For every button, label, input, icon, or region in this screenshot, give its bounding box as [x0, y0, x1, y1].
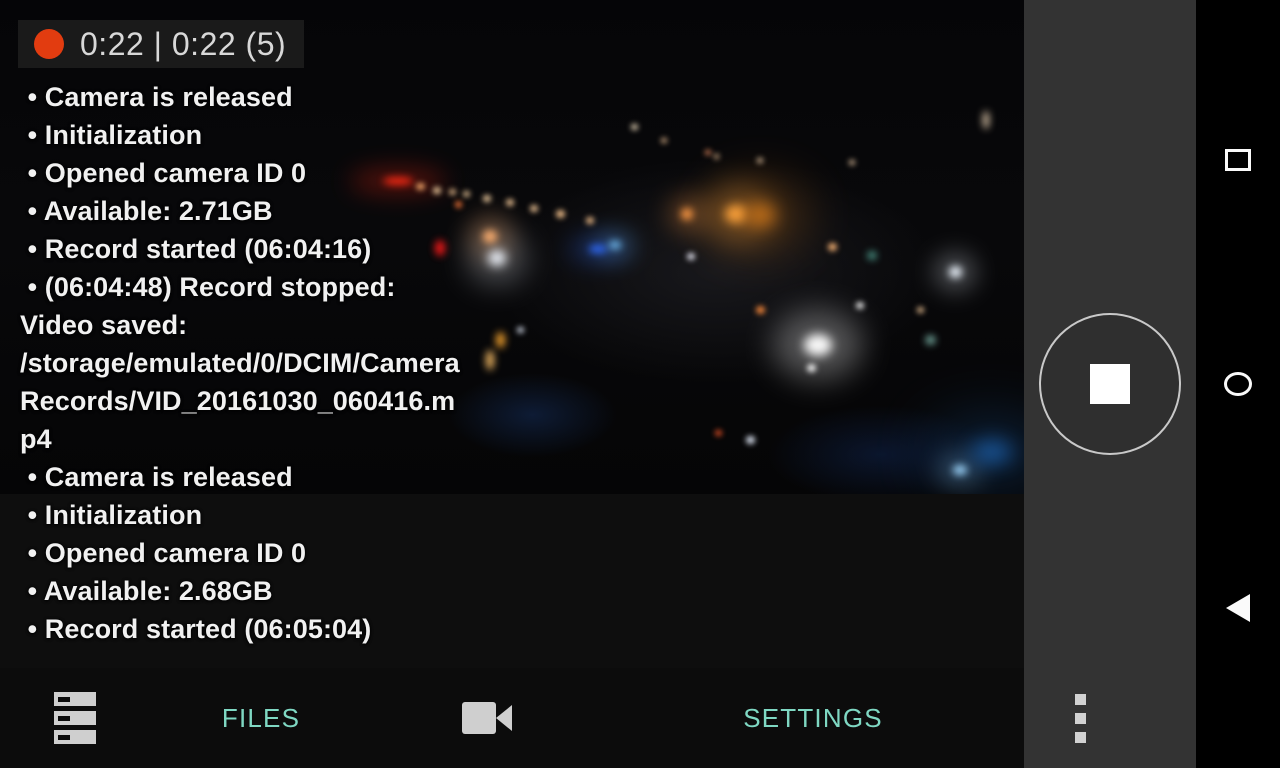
log-line: • Initialization	[20, 120, 203, 150]
square-icon	[1225, 149, 1251, 171]
preview-light-halo	[928, 416, 1024, 488]
preview-light	[516, 327, 524, 333]
nav-home-button[interactable]	[1196, 342, 1280, 426]
preview-light	[757, 157, 763, 163]
preview-light	[972, 441, 1012, 463]
preview-light	[589, 245, 607, 253]
log-line: • Available: 2.71GB	[20, 196, 273, 226]
log-line: • Available: 2.68GB	[20, 576, 273, 606]
record-dot-icon	[34, 29, 64, 59]
preview-light	[806, 364, 816, 372]
preview-light-halo	[773, 309, 863, 381]
stop-square-icon	[1090, 364, 1130, 404]
preview-light	[983, 111, 989, 129]
preview-light	[713, 153, 719, 159]
preview-light	[827, 243, 837, 251]
list-icon	[54, 692, 96, 744]
settings-button-label: SETTINGS	[743, 702, 883, 733]
preview-light	[714, 430, 722, 436]
preview-light	[495, 332, 505, 348]
preview-light-halo	[700, 185, 772, 243]
preview-light	[681, 208, 693, 220]
circle-icon	[1224, 372, 1252, 396]
preview-light-halo	[712, 179, 808, 251]
preview-light	[925, 336, 935, 344]
preview-light	[849, 159, 855, 165]
preview-light-halo	[667, 194, 707, 234]
log-line: • Record started (06:04:16)	[20, 234, 372, 264]
recording-timer-badge: 0:22 | 0:22 (5)	[18, 20, 305, 68]
preview-light	[948, 266, 962, 278]
android-navigation-bar	[1196, 0, 1280, 768]
preview-light-halo	[595, 232, 635, 258]
overflow-dots-icon	[1074, 693, 1086, 705]
triangle-left-icon	[1226, 594, 1250, 622]
log-line: • (06:04:48) Record stopped: Video saved…	[20, 272, 468, 454]
camera-mode-button[interactable]	[372, 668, 602, 768]
preview-light	[530, 204, 538, 212]
preview-light	[483, 229, 497, 243]
preview-light	[745, 436, 755, 444]
preview-light	[609, 241, 621, 249]
preview-light	[661, 137, 667, 143]
preview-light	[488, 250, 506, 266]
log-line: • Initialization	[20, 500, 203, 530]
preview-light-halo	[569, 236, 627, 262]
log-line: • Camera is released	[20, 82, 293, 112]
recording-timer-text: 0:22 | 0:22 (5)	[80, 25, 287, 62]
preview-light	[506, 198, 514, 206]
preview-light	[687, 252, 695, 260]
log-line: • Camera is released	[20, 462, 293, 492]
preview-light	[953, 465, 967, 475]
overflow-menu-button[interactable]	[1060, 668, 1100, 768]
preview-light	[486, 350, 494, 370]
record-stop-button[interactable]	[1039, 313, 1181, 455]
preview-light	[586, 216, 594, 224]
log-line: • Record started (06:05:04)	[20, 614, 372, 644]
files-button-label: FILES	[221, 702, 301, 733]
preview-light	[555, 210, 565, 218]
preview-light	[856, 301, 864, 309]
preview-light	[804, 334, 832, 356]
camera-recorder-screen: • Camera is released • Initialization • …	[0, 0, 1280, 768]
camera-control-panel	[1024, 0, 1196, 768]
preview-light-halo	[934, 252, 976, 292]
preview-light-halo	[468, 232, 526, 284]
overflow-dots-icon	[1074, 731, 1086, 743]
camcorder-icon	[462, 702, 512, 734]
status-log-overlay: • Camera is released • Initialization • …	[0, 78, 470, 648]
overflow-dots-icon	[1074, 712, 1086, 724]
preview-light	[916, 307, 924, 313]
preview-light	[705, 149, 711, 155]
nav-recents-button[interactable]	[1196, 118, 1280, 202]
log-line: • Opened camera ID 0	[20, 158, 307, 188]
bottom-toolbar: FILES SETTINGS	[0, 668, 1024, 768]
log-list-button[interactable]	[0, 668, 150, 768]
preview-light	[630, 124, 638, 130]
preview-light	[483, 194, 491, 202]
camera-preview-area[interactable]: • Camera is released • Initialization • …	[0, 0, 1024, 668]
preview-light	[745, 204, 775, 226]
settings-button[interactable]: SETTINGS	[602, 668, 1024, 768]
log-line: • Opened camera ID 0	[20, 538, 307, 568]
preview-light-halo	[467, 215, 513, 257]
preview-light-halo	[937, 454, 983, 486]
preview-light	[725, 205, 747, 223]
preview-light	[868, 251, 876, 259]
preview-light	[755, 306, 765, 314]
nav-back-button[interactable]	[1196, 566, 1280, 650]
files-button[interactable]: FILES	[150, 668, 372, 768]
